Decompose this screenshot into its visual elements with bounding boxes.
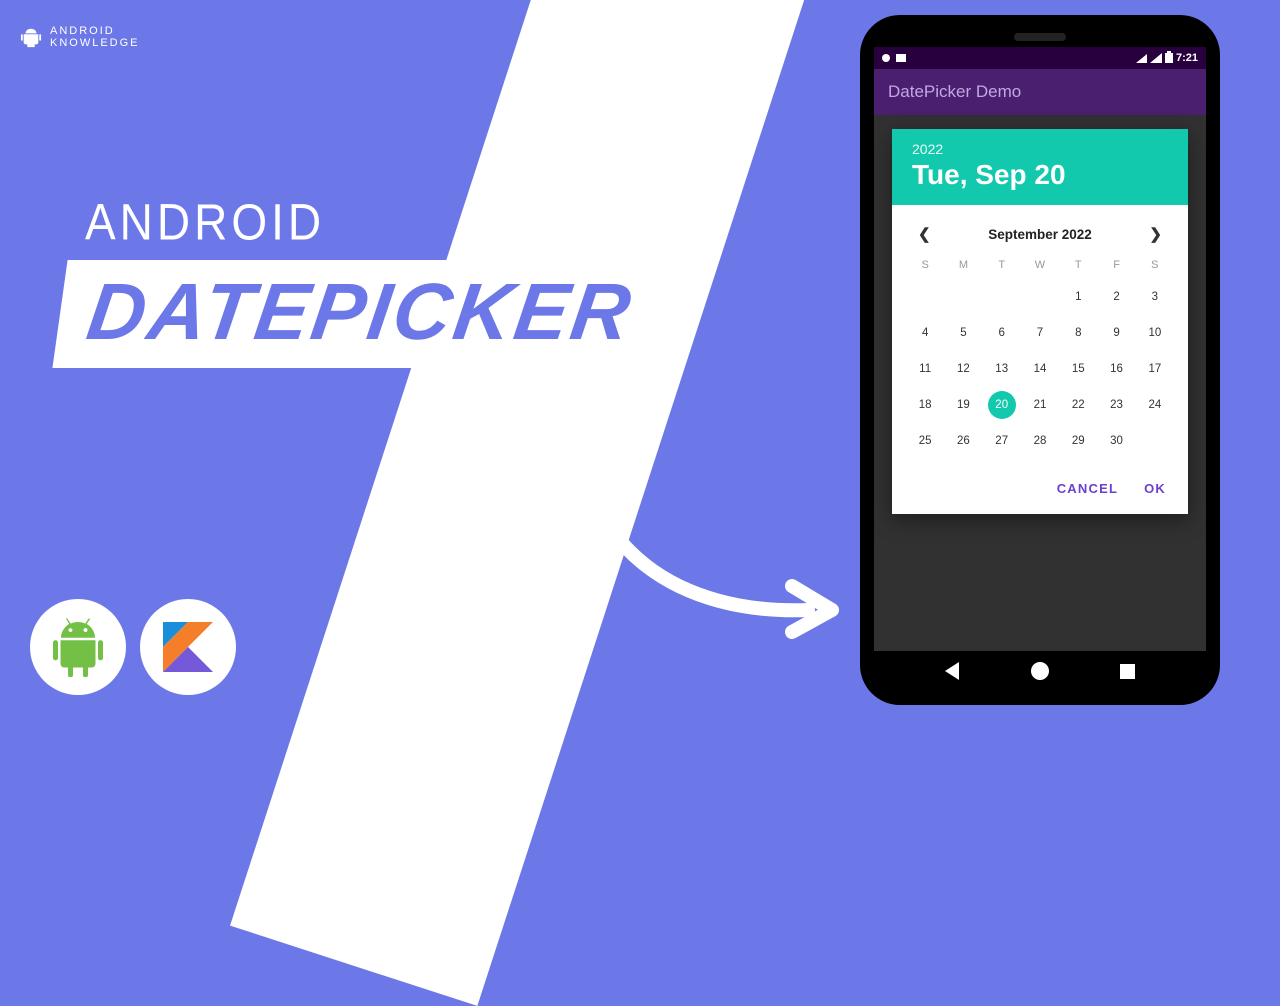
datepicker-header: 2022 Tue, Sep 20 [892, 129, 1188, 205]
calendar-day[interactable]: 2 [1103, 283, 1131, 311]
status-card-icon [896, 54, 906, 62]
kotlin-logo-circle [140, 599, 236, 695]
datepicker-dialog: 2022 Tue, Sep 20 ❮ September 2022 ❯ SMTW… [892, 129, 1188, 514]
datepicker-calendar-grid: SMTWTFS123456789101112131415161718192021… [906, 259, 1174, 455]
weekday-header: W [1021, 259, 1059, 275]
headline-datepicker: DATEPICKER [52, 260, 667, 368]
brand-logo: ANDROID KNOWLEDGE [20, 25, 140, 49]
datepicker-date-label[interactable]: Tue, Sep 20 [912, 159, 1168, 191]
weekday-header: S [1136, 259, 1174, 275]
nav-recent-button[interactable] [1120, 664, 1135, 679]
signal-icon [1150, 53, 1162, 63]
status-bar: 7:21 [874, 47, 1206, 69]
weekday-header: T [983, 259, 1021, 275]
datepicker-body: ❮ September 2022 ❯ SMTWTFS12345678910111… [892, 205, 1188, 459]
phone-screen: 7:21 DatePicker Demo 2022 Tue, Sep 20 ❮ … [874, 47, 1206, 667]
calendar-day[interactable]: 5 [949, 319, 977, 347]
android-logo-circle [30, 599, 126, 695]
next-month-button[interactable]: ❯ [1143, 221, 1168, 247]
calendar-day[interactable]: 26 [949, 427, 977, 455]
prev-month-button[interactable]: ❮ [912, 221, 937, 247]
app-bar: DatePicker Demo [874, 69, 1206, 115]
android-icon [48, 617, 108, 677]
nav-back-button[interactable] [945, 662, 959, 680]
headline-android: ANDROID [85, 192, 325, 251]
calendar-day[interactable]: 4 [911, 319, 939, 347]
android-nav-bar [874, 651, 1206, 691]
calendar-day[interactable]: 18 [911, 391, 939, 419]
calendar-day[interactable]: 9 [1103, 319, 1131, 347]
calendar-day[interactable]: 23 [1103, 391, 1131, 419]
calendar-day[interactable]: 29 [1064, 427, 1092, 455]
calendar-day[interactable]: 7 [1026, 319, 1054, 347]
android-mini-icon [20, 26, 42, 48]
bottom-logo-row [30, 599, 236, 695]
calendar-day[interactable]: 30 [1103, 427, 1131, 455]
calendar-day[interactable]: 16 [1103, 355, 1131, 383]
calendar-day[interactable]: 28 [1026, 427, 1054, 455]
datepicker-month-nav: ❮ September 2022 ❯ [906, 215, 1174, 259]
weekday-header: F [1097, 259, 1135, 275]
battery-icon [1165, 53, 1173, 63]
calendar-day[interactable]: 20 [988, 391, 1016, 419]
kotlin-icon [158, 617, 218, 677]
brand-line1: ANDROID [50, 25, 140, 37]
ok-button[interactable]: OK [1144, 481, 1166, 496]
calendar-day[interactable]: 11 [911, 355, 939, 383]
weekday-header: T [1059, 259, 1097, 275]
calendar-day[interactable]: 6 [988, 319, 1016, 347]
arrow-icon [560, 410, 860, 640]
calendar-day[interactable]: 22 [1064, 391, 1092, 419]
cancel-button[interactable]: CANCEL [1057, 481, 1118, 496]
calendar-day[interactable]: 21 [1026, 391, 1054, 419]
calendar-day[interactable]: 25 [911, 427, 939, 455]
calendar-day[interactable]: 12 [949, 355, 977, 383]
calendar-day[interactable]: 17 [1141, 355, 1169, 383]
nav-home-button[interactable] [1031, 662, 1049, 680]
weekday-header: M [944, 259, 982, 275]
calendar-day[interactable]: 24 [1141, 391, 1169, 419]
calendar-day[interactable]: 19 [949, 391, 977, 419]
datepicker-month-label[interactable]: September 2022 [988, 227, 1092, 242]
phone-speaker [1014, 33, 1066, 41]
calendar-day[interactable]: 8 [1064, 319, 1092, 347]
status-dot-icon [882, 54, 890, 62]
weekday-header: S [906, 259, 944, 275]
datepicker-year[interactable]: 2022 [912, 141, 1168, 157]
calendar-day[interactable]: 15 [1064, 355, 1092, 383]
calendar-day[interactable]: 14 [1026, 355, 1054, 383]
phone-frame: 7:21 DatePicker Demo 2022 Tue, Sep 20 ❮ … [860, 15, 1220, 705]
brand-line2: KNOWLEDGE [50, 37, 140, 49]
wifi-icon [1136, 54, 1147, 63]
datepicker-actions: CANCEL OK [892, 459, 1188, 514]
status-time: 7:21 [1176, 52, 1198, 64]
app-title: DatePicker Demo [888, 82, 1021, 102]
calendar-day[interactable]: 3 [1141, 283, 1169, 311]
calendar-day[interactable]: 10 [1141, 319, 1169, 347]
calendar-day[interactable]: 1 [1064, 283, 1092, 311]
calendar-day[interactable]: 13 [988, 355, 1016, 383]
calendar-day[interactable]: 27 [988, 427, 1016, 455]
